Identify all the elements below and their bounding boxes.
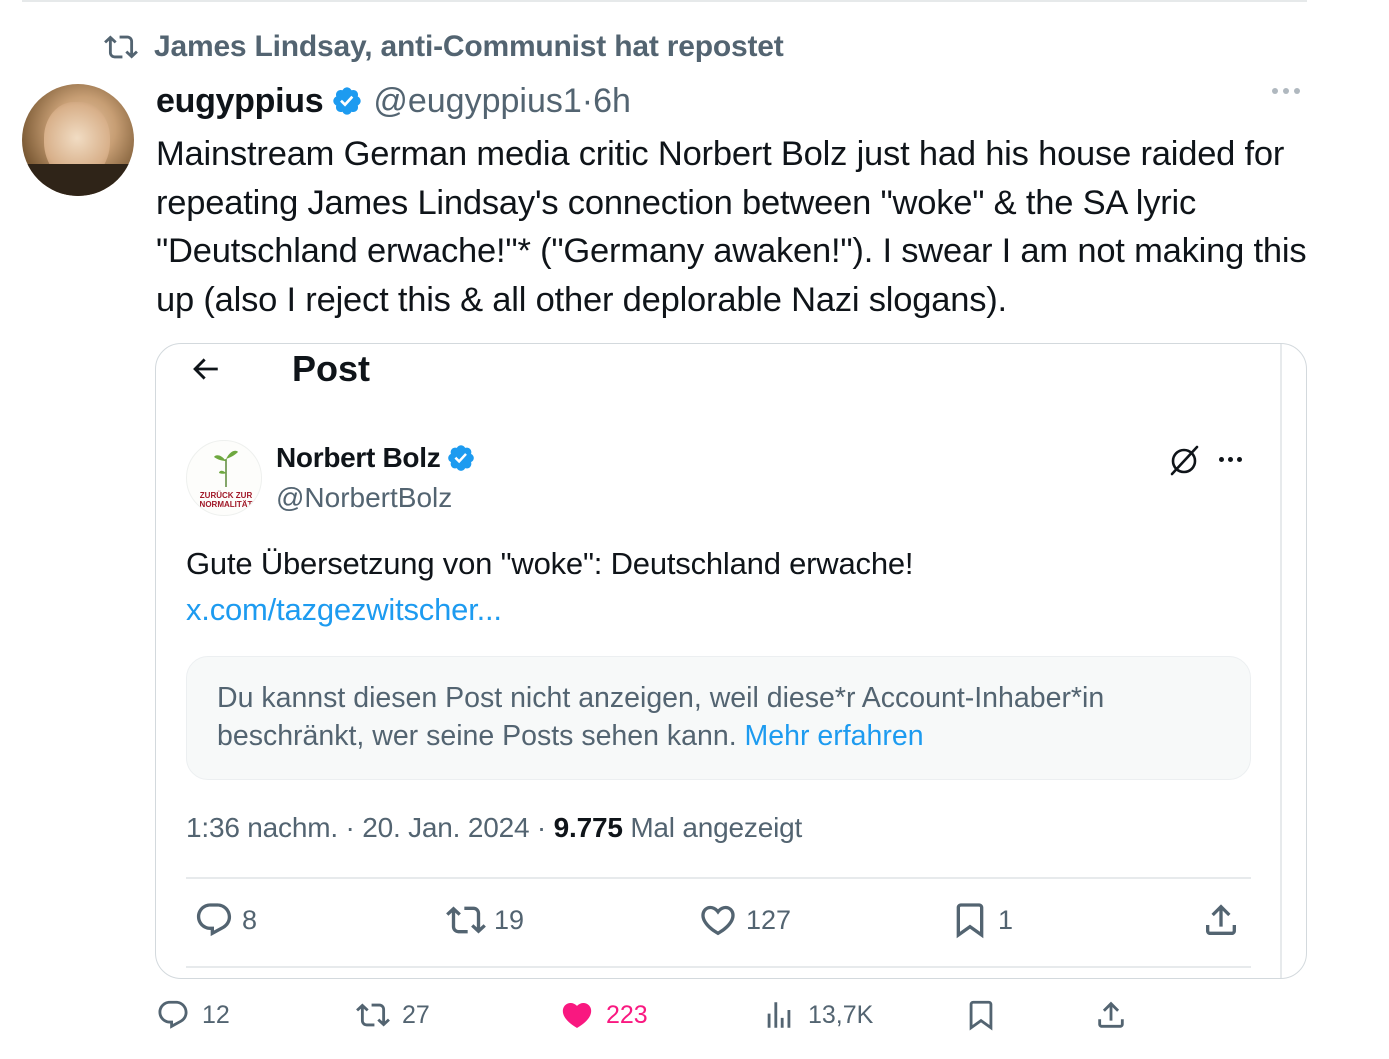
views-chart-icon — [767, 1002, 791, 1028]
quoted-screenshot-card[interactable]: Post ZURÜCK ZUR NORMALITÄT Norbert Bolz … — [155, 343, 1307, 979]
verified-badge-icon — [448, 445, 475, 471]
quoted-author-handle: @NorbertBolz — [276, 482, 453, 513]
repost-indicator[interactable]: James Lindsay, anti-Communist hat repost… — [104, 30, 784, 64]
quoted-time: 1:36 nachm. — [186, 812, 338, 843]
quoted-share — [1201, 900, 1241, 940]
author-handle[interactable]: @eugyppius1 — [373, 82, 581, 121]
reply-icon — [196, 903, 232, 937]
like-button[interactable]: 223 — [560, 998, 648, 1032]
quoted-reply: 8 — [194, 900, 257, 940]
quoted-bookmark: 1 — [950, 900, 1013, 940]
quoted-post-meta: 1:36 nachm. · 20. Jan. 2024 · 9.775 Mal … — [186, 812, 803, 843]
more-options-icon[interactable] — [1272, 88, 1300, 94]
more-options-icon — [1219, 457, 1242, 462]
heart-filled-icon — [562, 1002, 592, 1028]
restricted-post-notice: Du kannst diesen Post nicht anzeigen, we… — [186, 656, 1251, 780]
notice-text: Du kannst diesen Post nicht anzeigen, we… — [217, 682, 1105, 752]
share-icon — [1098, 1001, 1124, 1028]
grok-icon — [1170, 445, 1199, 476]
dot-separator: · — [581, 81, 594, 120]
quoted-views-label: Mal angezeigt — [630, 812, 803, 843]
tweet-text: Mainstream German media critic Norbert B… — [156, 135, 1307, 319]
views-button[interactable]: 13,7K — [762, 998, 873, 1032]
quoted-bookmark-count: 1 — [998, 904, 1014, 935]
repost-icon — [104, 35, 138, 59]
tweet-page: James Lindsay, anti-Communist hat repost… — [0, 0, 1389, 1059]
views-count: 13,7K — [808, 1000, 874, 1029]
repost-icon — [356, 1003, 390, 1027]
quoted-author-name: Norbert Bolz — [276, 442, 441, 473]
author-name[interactable]: eugyppius — [156, 82, 324, 121]
tweet-header: eugyppius @eugyppius1 · 6h — [156, 78, 631, 124]
repost-count: 27 — [402, 1000, 430, 1029]
repost-label: James Lindsay, anti-Communist hat repost… — [154, 30, 784, 63]
reply-count: 12 — [202, 1000, 230, 1029]
quoted-repost: 19 — [446, 900, 524, 940]
like-count: 223 — [606, 1000, 648, 1029]
reply-button[interactable]: 12 — [156, 998, 230, 1032]
share-button[interactable] — [1094, 998, 1128, 1032]
avatar-logo-text: ZURÜCK ZUR NORMALITÄT — [199, 491, 253, 509]
quoted-views-count: 9.775 — [553, 812, 623, 843]
quoted-reply-count: 8 — [242, 904, 258, 935]
reply-icon — [158, 1000, 188, 1029]
repost-icon — [446, 906, 486, 934]
back-arrow-icon — [193, 358, 218, 380]
learn-more-link: Mehr erfahren — [744, 720, 924, 752]
bookmark-icon — [969, 1000, 993, 1031]
quoted-avatar: ZURÜCK ZUR NORMALITÄT — [186, 440, 262, 516]
quoted-repost-count: 19 — [494, 904, 525, 935]
quoted-post-link: x.com/tazgezwitscher... — [186, 592, 502, 627]
top-divider — [22, 0, 1307, 2]
screen-title: Post — [292, 348, 371, 389]
quoted-like: 127 — [698, 900, 791, 940]
heart-icon — [701, 905, 735, 936]
post-time[interactable]: 6h — [593, 82, 631, 121]
quoted-post-text: Gute Übersetzung von "woke": Deutschland… — [186, 546, 914, 581]
quoted-date: 20. Jan. 2024 — [362, 812, 530, 843]
bookmark-icon — [956, 903, 984, 939]
verified-badge-icon — [333, 87, 361, 115]
author-avatar[interactable] — [22, 84, 134, 196]
repost-button[interactable]: 27 — [356, 998, 430, 1032]
quoted-like-count: 127 — [746, 904, 792, 935]
share-icon — [1206, 904, 1236, 935]
bookmark-button[interactable] — [964, 998, 998, 1032]
